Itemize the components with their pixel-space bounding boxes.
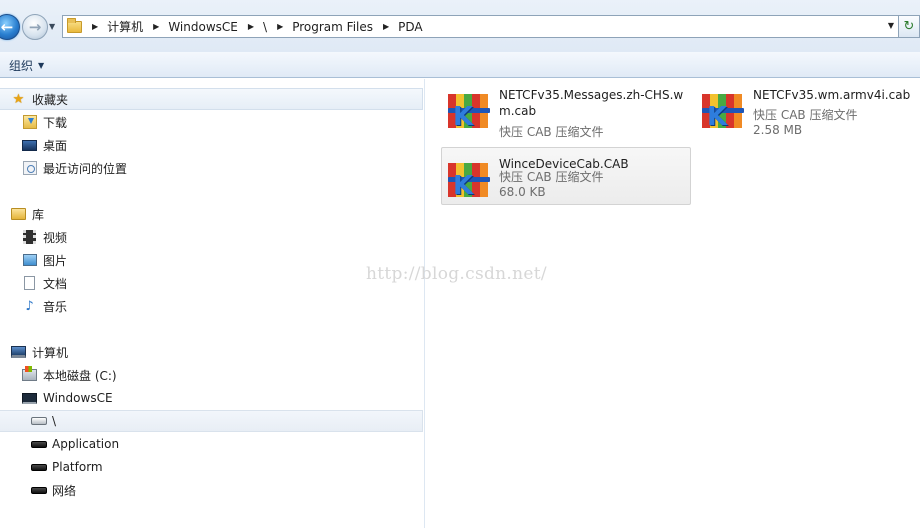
address-bar[interactable]: ▶ 计算机 ▶ WindowsCE ▶ \ ▶ Program Files ▶ … (62, 15, 898, 38)
nav-label: 音乐 (43, 299, 68, 314)
mobile-device-icon (22, 392, 37, 404)
nav-item-documents[interactable]: 文档 (0, 272, 67, 294)
nav-item-platform[interactable]: Platform (0, 456, 103, 478)
nav-item-application[interactable]: Application (0, 433, 119, 455)
file-name: NETCFv35.wm.armv4i.cab (753, 88, 911, 102)
organize-button[interactable]: 组织 ▼ (9, 57, 44, 74)
file-item[interactable]: K NETCFv35.wm.armv4i.cab 快压 CAB 压缩文件 2.5… (696, 79, 920, 137)
file-type: 快压 CAB 压缩文件 (753, 108, 858, 122)
nav-label: Application (52, 437, 120, 451)
star-icon: ★ (12, 91, 25, 107)
command-bar: 组织 ▼ (0, 52, 920, 78)
nav-item-recent-places[interactable]: 最近访问的位置 (0, 157, 127, 179)
nav-label: 桌面 (43, 138, 68, 153)
back-arrow-icon: ← (0, 18, 14, 36)
chevron-right-icon[interactable]: ▶ (248, 22, 254, 31)
watermark: http://blog.csdn.net/ (366, 264, 547, 284)
chevron-right-icon[interactable]: ▶ (153, 22, 159, 31)
breadcrumb-program-files[interactable]: Program Files (292, 20, 373, 34)
cab-archive-icon: K (446, 157, 492, 203)
nav-libraries[interactable]: 库 (0, 203, 44, 225)
nav-item-music[interactable]: ♪ 音乐 (0, 295, 67, 317)
video-icon (23, 230, 36, 244)
nav-label: 下载 (43, 115, 68, 130)
breadcrumb-computer[interactable]: 计算机 (107, 18, 143, 35)
file-type: 快压 CAB 压缩文件 (499, 125, 604, 139)
nav-item-local-disk-c[interactable]: 本地磁盘 (C:) (0, 364, 117, 386)
nav-label: 收藏夹 (32, 92, 69, 107)
desktop-icon (22, 139, 37, 151)
address-row: ← → ▼ ▶ 计算机 ▶ WindowsCE ▶ \ ▶ Program Fi… (0, 0, 920, 52)
nav-item-network[interactable]: 网络 (0, 479, 76, 501)
cab-archive-icon: K (446, 88, 492, 134)
drive-icon (30, 463, 47, 471)
nav-label: 文档 (43, 276, 68, 291)
drive-icon (30, 417, 47, 425)
document-icon (24, 276, 35, 290)
local-disk-icon (22, 366, 37, 381)
file-size: 2.58 MB (753, 123, 803, 137)
recent-places-icon (22, 161, 37, 175)
drive-icon (30, 440, 47, 448)
nav-item-windowsce[interactable]: WindowsCE (0, 387, 113, 409)
downloads-folder-icon (22, 115, 37, 129)
file-size: 68.0 KB (499, 185, 546, 199)
breadcrumb-root[interactable]: \ (263, 20, 267, 34)
file-item[interactable]: K NETCFv35.Messages.zh-CHS.wm.cab 快压 CAB… (442, 79, 692, 139)
cab-archive-icon: K (700, 88, 746, 134)
nav-label: \ (52, 414, 57, 428)
nav-item-pictures[interactable]: 图片 (0, 249, 67, 271)
nav-label: 图片 (43, 253, 68, 268)
chevron-right-icon[interactable]: ▶ (92, 22, 98, 31)
breadcrumb-windowsce[interactable]: WindowsCE (168, 20, 238, 34)
nav-label: 视频 (43, 230, 68, 245)
file-item[interactable]: K WinceDeviceCab.CAB 快压 CAB 压缩文件 68.0 KB (441, 147, 691, 205)
music-icon: ♪ (25, 298, 34, 314)
nav-label: 网络 (52, 483, 77, 498)
chevron-right-icon[interactable]: ▶ (383, 22, 389, 31)
file-type: 快压 CAB 压缩文件 (499, 170, 604, 184)
navigation-pane: ★ 收藏夹 下载 桌面 最近访问的位置 库 视频 图片 文档 ♪ 音乐 计算机 (0, 79, 425, 528)
refresh-icon: ↻ (903, 19, 915, 34)
chevron-down-icon: ▼ (38, 61, 45, 70)
file-name: NETCFv35.Messages.zh-CHS.wm.cab (499, 88, 684, 118)
nav-label: Platform (52, 460, 103, 474)
chevron-right-icon[interactable]: ▶ (277, 22, 283, 31)
breadcrumb-pda[interactable]: PDA (398, 20, 422, 34)
file-list-pane: K NETCFv35.Messages.zh-CHS.wm.cab 快压 CAB… (426, 79, 920, 528)
nav-item-device-root[interactable]: \ (0, 410, 423, 432)
computer-icon (11, 346, 26, 358)
folder-icon (67, 17, 82, 33)
nav-computer[interactable]: 计算机 (0, 341, 68, 363)
nav-label: 最近访问的位置 (43, 161, 128, 176)
nav-item-videos[interactable]: 视频 (0, 226, 67, 248)
drive-icon (30, 486, 47, 494)
organize-label: 组织 (9, 59, 34, 73)
nav-item-downloads[interactable]: 下载 (0, 111, 67, 133)
library-icon (11, 208, 26, 220)
recent-pages-dropdown[interactable]: ▼ (49, 22, 55, 31)
nav-label: 库 (32, 207, 45, 222)
address-history-dropdown[interactable]: ▼ (888, 21, 894, 30)
nav-label: 计算机 (32, 345, 69, 360)
nav-label: 本地磁盘 (C:) (43, 368, 117, 383)
forward-button[interactable]: → (22, 14, 48, 40)
nav-favorites[interactable]: ★ 收藏夹 (0, 88, 423, 110)
nav-label: WindowsCE (43, 391, 113, 405)
back-button[interactable]: ← (0, 14, 20, 40)
forward-arrow-icon: → (28, 18, 42, 36)
pictures-icon (22, 254, 37, 266)
refresh-button[interactable]: ↻ (898, 15, 920, 38)
nav-item-desktop[interactable]: 桌面 (0, 134, 67, 156)
